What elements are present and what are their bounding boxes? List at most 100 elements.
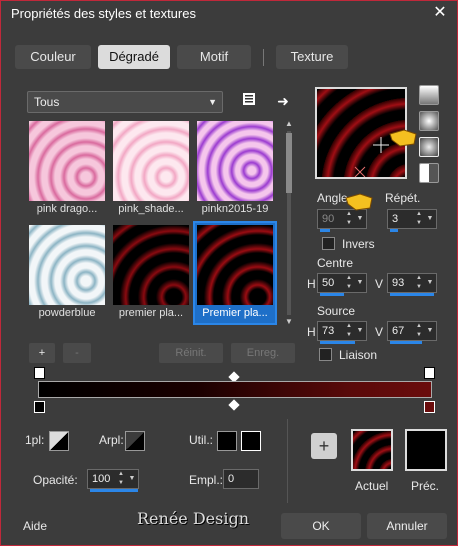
repeat-slider[interactable] bbox=[390, 229, 398, 232]
scroll-up-icon[interactable]: ▲ bbox=[284, 119, 294, 129]
gallery-scrollbar[interactable]: ▲ ▼ bbox=[283, 119, 295, 327]
opacity-stop-left[interactable] bbox=[34, 367, 45, 379]
location-field[interactable]: 0 bbox=[223, 469, 259, 489]
source-h-field[interactable]: 73 ▲ ▼ ▼ bbox=[317, 321, 367, 344]
color-stop-left[interactable] bbox=[34, 401, 45, 413]
center-v-value: 93 bbox=[392, 277, 405, 289]
current-swatch[interactable] bbox=[351, 429, 393, 471]
link-checkbox[interactable] bbox=[319, 348, 332, 361]
chevron-down-icon[interactable]: ▼ bbox=[355, 274, 365, 292]
tab-couleur[interactable]: Couleur bbox=[15, 45, 91, 69]
repeat-field[interactable]: 3 ▲ ▼ ▼ bbox=[387, 209, 437, 232]
arrow-right-icon[interactable]: ➜ bbox=[273, 91, 293, 111]
previous-swatch[interactable] bbox=[405, 429, 447, 471]
chevron-down-icon: ▼ bbox=[356, 215, 364, 222]
help-link[interactable]: Aide bbox=[23, 519, 47, 533]
gradient-thumbnail bbox=[29, 225, 105, 305]
list-view-icon[interactable] bbox=[239, 91, 259, 111]
remove-button[interactable]: - bbox=[63, 343, 91, 363]
opacity-slider[interactable] bbox=[90, 489, 138, 492]
chevron-down-icon[interactable]: ▼ bbox=[355, 322, 365, 340]
source-v-field[interactable]: 67 ▲ ▼ ▼ bbox=[387, 321, 437, 344]
opacity-label: Opacité: bbox=[33, 473, 78, 487]
invert-label: Invers bbox=[342, 237, 375, 251]
color-stop-right[interactable] bbox=[424, 401, 435, 413]
tab-degrade[interactable]: Dégradé bbox=[98, 45, 170, 69]
source-v-slider[interactable] bbox=[390, 341, 422, 344]
scroll-down-icon[interactable]: ▼ bbox=[284, 317, 294, 327]
reset-button[interactable]: Réinit. bbox=[159, 343, 223, 363]
opacity-stop-right[interactable] bbox=[424, 367, 435, 379]
spin-arrows-icon[interactable]: ▲ ▼ bbox=[344, 274, 354, 292]
user-color-selected[interactable] bbox=[241, 431, 261, 451]
user-color-black[interactable] bbox=[217, 431, 237, 451]
invert-checkbox[interactable] bbox=[322, 237, 335, 250]
rectangular-gradient-icon[interactable] bbox=[419, 111, 439, 131]
cancel-button[interactable]: Annuler bbox=[367, 513, 447, 539]
color-midpoint[interactable] bbox=[228, 399, 240, 411]
empl-label: Empl.: bbox=[189, 473, 224, 487]
chevron-down-icon[interactable]: ▼ bbox=[425, 322, 435, 340]
spin-arrows-icon[interactable]: ▲ ▼ bbox=[414, 274, 424, 292]
add-button[interactable]: + bbox=[29, 343, 55, 363]
ok-button[interactable]: OK bbox=[281, 513, 361, 539]
util-label: Util.: bbox=[189, 433, 213, 447]
gallery-item-selected[interactable]: Premier pla... bbox=[193, 221, 277, 325]
foreground-stop-icon[interactable] bbox=[49, 431, 69, 451]
source-v-value: 67 bbox=[392, 325, 405, 337]
pointing-hand-icon bbox=[345, 193, 373, 211]
tab-motif[interactable]: Motif bbox=[177, 45, 251, 69]
gallery-item[interactable]: powderblue bbox=[27, 223, 107, 323]
gradient-thumbnail bbox=[197, 225, 273, 305]
spin-arrows-icon[interactable]: ▲ ▼ bbox=[116, 470, 126, 488]
gradient-gallery: pink drago... pink_shade... pinkn2015-19… bbox=[27, 119, 281, 327]
gallery-item-caption: pink_shade... bbox=[118, 203, 184, 215]
gallery-item[interactable]: pink drago... bbox=[27, 119, 107, 219]
center-h-slider[interactable] bbox=[320, 293, 344, 296]
tab-separator bbox=[263, 49, 264, 66]
angle-field: 90 ▲ ▼ ▼ bbox=[317, 209, 367, 232]
close-button[interactable]: ✕ bbox=[429, 3, 451, 23]
radial-gradient-icon[interactable] bbox=[419, 137, 439, 157]
gradient-thumbnail bbox=[113, 225, 189, 305]
opacity-field[interactable]: 100 ▲ ▼ ▼ bbox=[87, 469, 139, 492]
title-bar: Propriétés des styles et textures ✕ bbox=[1, 1, 457, 27]
spin-arrows-icon[interactable]: ▲ ▼ bbox=[414, 210, 424, 228]
sunburst-gradient-icon[interactable] bbox=[419, 163, 439, 183]
tab-texture[interactable]: Texture bbox=[276, 45, 348, 69]
gradient-thumbnail bbox=[29, 121, 105, 201]
center-h-field[interactable]: 50 ▲ ▼ ▼ bbox=[317, 273, 367, 296]
gallery-item-caption: pinkn2015-19 bbox=[201, 203, 269, 215]
add-to-swatches-button[interactable]: + bbox=[311, 433, 337, 459]
gallery-item[interactable]: pinkn2015-19 bbox=[195, 119, 275, 219]
source-h-value: 73 bbox=[322, 325, 335, 337]
center-v-field[interactable]: 93 ▲ ▼ ▼ bbox=[387, 273, 437, 296]
spin-arrows-icon[interactable]: ▲ ▼ bbox=[414, 322, 424, 340]
center-h-label: H bbox=[307, 277, 316, 291]
background-stop-icon[interactable] bbox=[125, 431, 145, 451]
source-label: Source bbox=[317, 304, 356, 318]
gallery-item-caption: powderblue bbox=[38, 307, 96, 319]
chevron-down-icon[interactable]: ▼ bbox=[127, 470, 137, 488]
gallery-item[interactable]: premier pla... bbox=[111, 223, 191, 323]
section-divider bbox=[287, 419, 288, 503]
gallery-item[interactable]: pink_shade... bbox=[111, 119, 191, 219]
spin-arrows-icon: ▲ ▼ bbox=[346, 211, 352, 226]
center-v-label: V bbox=[375, 277, 384, 291]
linear-gradient-icon[interactable] bbox=[419, 85, 439, 105]
chevron-down-icon[interactable]: ▼ bbox=[425, 274, 435, 292]
p1-label: 1pl: bbox=[25, 433, 45, 447]
gradient-bar[interactable] bbox=[38, 381, 432, 398]
source-h-slider[interactable] bbox=[320, 341, 355, 344]
gallery-item-caption: pink drago... bbox=[36, 203, 98, 215]
save-button[interactable]: Enreg. bbox=[231, 343, 295, 363]
center-v-slider[interactable] bbox=[390, 293, 434, 296]
opacity-value: 100 bbox=[92, 473, 111, 485]
scroll-thumb[interactable] bbox=[286, 133, 292, 193]
spin-arrows-icon[interactable]: ▲ ▼ bbox=[344, 322, 354, 340]
gallery-item-caption: Premier pla... bbox=[202, 307, 268, 319]
chevron-down-icon[interactable]: ▼ bbox=[425, 210, 435, 228]
category-select[interactable]: Tous ▼ bbox=[27, 91, 223, 113]
source-h-label: H bbox=[307, 325, 316, 339]
category-value: Tous bbox=[34, 95, 60, 109]
